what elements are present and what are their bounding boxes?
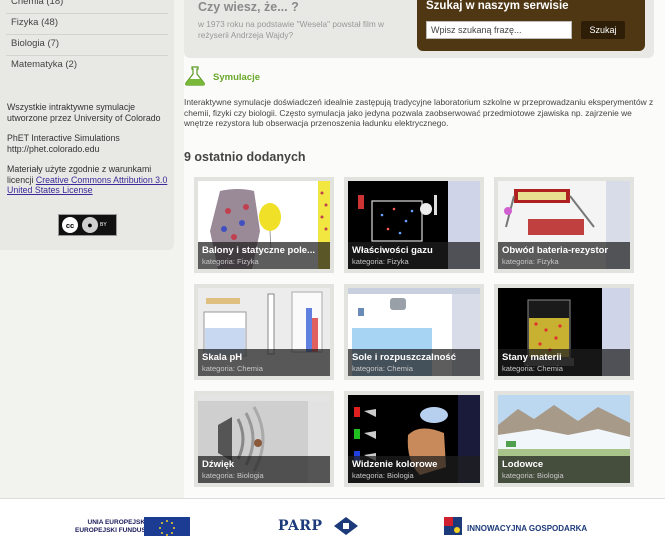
sim-card-skala-ph[interactable]: Skala pH kategoria: Chemia [194,284,334,380]
cc-license-badge[interactable]: cc ● BY [58,214,117,236]
sim-card-obwod[interactable]: Obwód bateria-rezystor kategoria: Fizyka [494,177,634,273]
simulations-header: Symulacje [184,66,260,86]
search-button[interactable]: Szukaj [581,21,625,39]
sim-title: Widzenie kolorowe [352,459,438,470]
sim-category: kategoria: Chemia [202,364,263,373]
credits: Wszystkie intraktywne symulacje utworzon… [7,102,169,206]
sim-caption: Właściwości gazu kategoria: Fizyka [348,242,480,269]
simulations-title[interactable]: Symulacje [213,72,260,83]
cc-icon: cc [62,217,78,233]
parp-logo: PARP [278,518,323,534]
sim-card-dzwiek[interactable]: Dźwięk kategoria: Biologia [194,391,334,487]
sim-title: Dźwięk [202,459,235,470]
sim-caption: Lodowce kategoria: Biologia [498,456,630,483]
did-you-know-text: w 1973 roku na podstawie "Wesela" powsta… [198,19,385,40]
sim-thumbnail: Skala pH kategoria: Chemia [198,288,330,376]
sim-caption: Sole i rozpuszczalność kategoria: Chemia [348,349,480,376]
phet-name: PhET Interactive Simulations [7,133,120,143]
parp-mark-icon [334,517,358,535]
sim-caption: Balony i statyczne pole... kategoria: Fi… [198,242,330,269]
sim-category: kategoria: Fizyka [502,257,559,266]
sim-card-balony[interactable]: Balony i statyczne pole... kategoria: Fi… [194,177,334,273]
sidebar: Chemia (18) Fizyka (48) Biologia (7) Mat… [0,0,174,250]
did-you-know-box: Czy wiesz, że... ? w 1973 roku na podsta… [184,0,654,58]
sidebar-item-chemia[interactable]: Chemia (18) [6,0,168,14]
main-content: Czy wiesz, że... ? w 1973 roku na podsta… [184,0,665,498]
sim-thumbnail: Właściwości gazu kategoria: Fizyka [348,181,480,269]
phet-url: http://phet.colorado.edu [7,143,100,154]
sidebar-item-fizyka[interactable]: Fizyka (48) [6,14,168,35]
did-you-know-title: Czy wiesz, że... ? [198,0,299,14]
search-panel: Szukaj w naszym serwisie Szukaj [417,0,645,51]
sim-thumbnail: Dźwięk kategoria: Biologia [198,395,330,483]
sim-category: kategoria: Biologia [352,471,414,480]
search-input[interactable] [426,21,572,39]
eu-line2: EUROPEJSKI FUNDUSZ [75,526,150,534]
sim-title: Stany materii [502,352,562,363]
footer-logos: UNIA EUROPEJSKA EUROPEJSKI FUNDUSZ PARP … [0,498,665,536]
eu-logo-text: UNIA EUROPEJSKA EUROPEJSKI FUNDUSZ [75,519,150,534]
sim-title: Obwód bateria-rezystor [502,245,609,256]
sim-category: kategoria: Chemia [352,364,413,373]
innovation-logo-text: INNOWACYJNA GOSPODARKA [467,524,588,533]
sim-caption: Widzenie kolorowe kategoria: Biologia [348,456,480,483]
sim-category: kategoria: Fizyka [202,257,259,266]
sim-title: Właściwości gazu [352,245,433,256]
simulations-intro: Interaktywne symulacje doświadczeń ideal… [184,97,654,128]
sim-thumbnail: Widzenie kolorowe kategoria: Biologia [348,395,480,483]
sim-category: kategoria: Chemia [502,364,563,373]
attribution-icon: ● [82,217,98,233]
category-list: Chemia (18) Fizyka (48) Biologia (7) Mat… [0,0,174,77]
sim-card-sole[interactable]: Sole i rozpuszczalność kategoria: Chemia [344,284,484,380]
sim-category: kategoria: Biologia [202,471,264,480]
sim-card-widzenie[interactable]: Widzenie kolorowe kategoria: Biologia [344,391,484,487]
sim-caption: Dźwięk kategoria: Biologia [198,456,330,483]
sidebar-item-matematyka[interactable]: Matematyka (2) [6,56,168,77]
eu-flag-icon [144,517,190,536]
by-label: BY [100,222,107,228]
simulations-note: Wszystkie intraktywne symulacje utworzon… [7,102,161,123]
sim-title: Lodowce [502,459,544,470]
sim-card-stany-materii[interactable]: Stany materii kategoria: Chemia [494,284,634,380]
sim-caption: Obwód bateria-rezystor kategoria: Fizyka [498,242,630,269]
sim-thumbnail: Lodowce kategoria: Biologia [498,395,630,483]
sim-card-wlasciwosci-gazu[interactable]: Właściwości gazu kategoria: Fizyka [344,177,484,273]
sim-thumbnail: Stany materii kategoria: Chemia [498,288,630,376]
sim-title: Skala pH [202,352,243,363]
sim-title: Balony i statyczne pole... [202,245,315,256]
sim-category: kategoria: Fizyka [352,257,409,266]
sim-title: Sole i rozpuszczalność [352,352,456,363]
sim-category: kategoria: Biologia [502,471,564,480]
flask-icon [185,66,205,86]
search-title: Szukaj w naszym serwisie [426,0,569,12]
sim-card-lodowce[interactable]: Lodowce kategoria: Biologia [494,391,634,487]
license-note: Materiały użyte zgodnie z warunkami lice… [7,164,169,196]
sim-caption: Stany materii kategoria: Chemia [498,349,630,376]
sim-thumbnail: Sole i rozpuszczalność kategoria: Chemia [348,288,480,376]
sidebar-item-biologia[interactable]: Biologia (7) [6,35,168,56]
sim-thumbnail: Balony i statyczne pole... kategoria: Fi… [198,181,330,269]
eu-line1: UNIA EUROPEJSKA [87,519,150,526]
sim-thumbnail: Obwód bateria-rezystor kategoria: Fizyka [498,181,630,269]
innovation-flag-icon [444,517,462,535]
phet-credit: PhET Interactive Simulations http://phet… [7,133,169,154]
sim-caption: Skala pH kategoria: Chemia [198,349,330,376]
recent-title: 9 ostatnio dodanych [184,150,306,164]
